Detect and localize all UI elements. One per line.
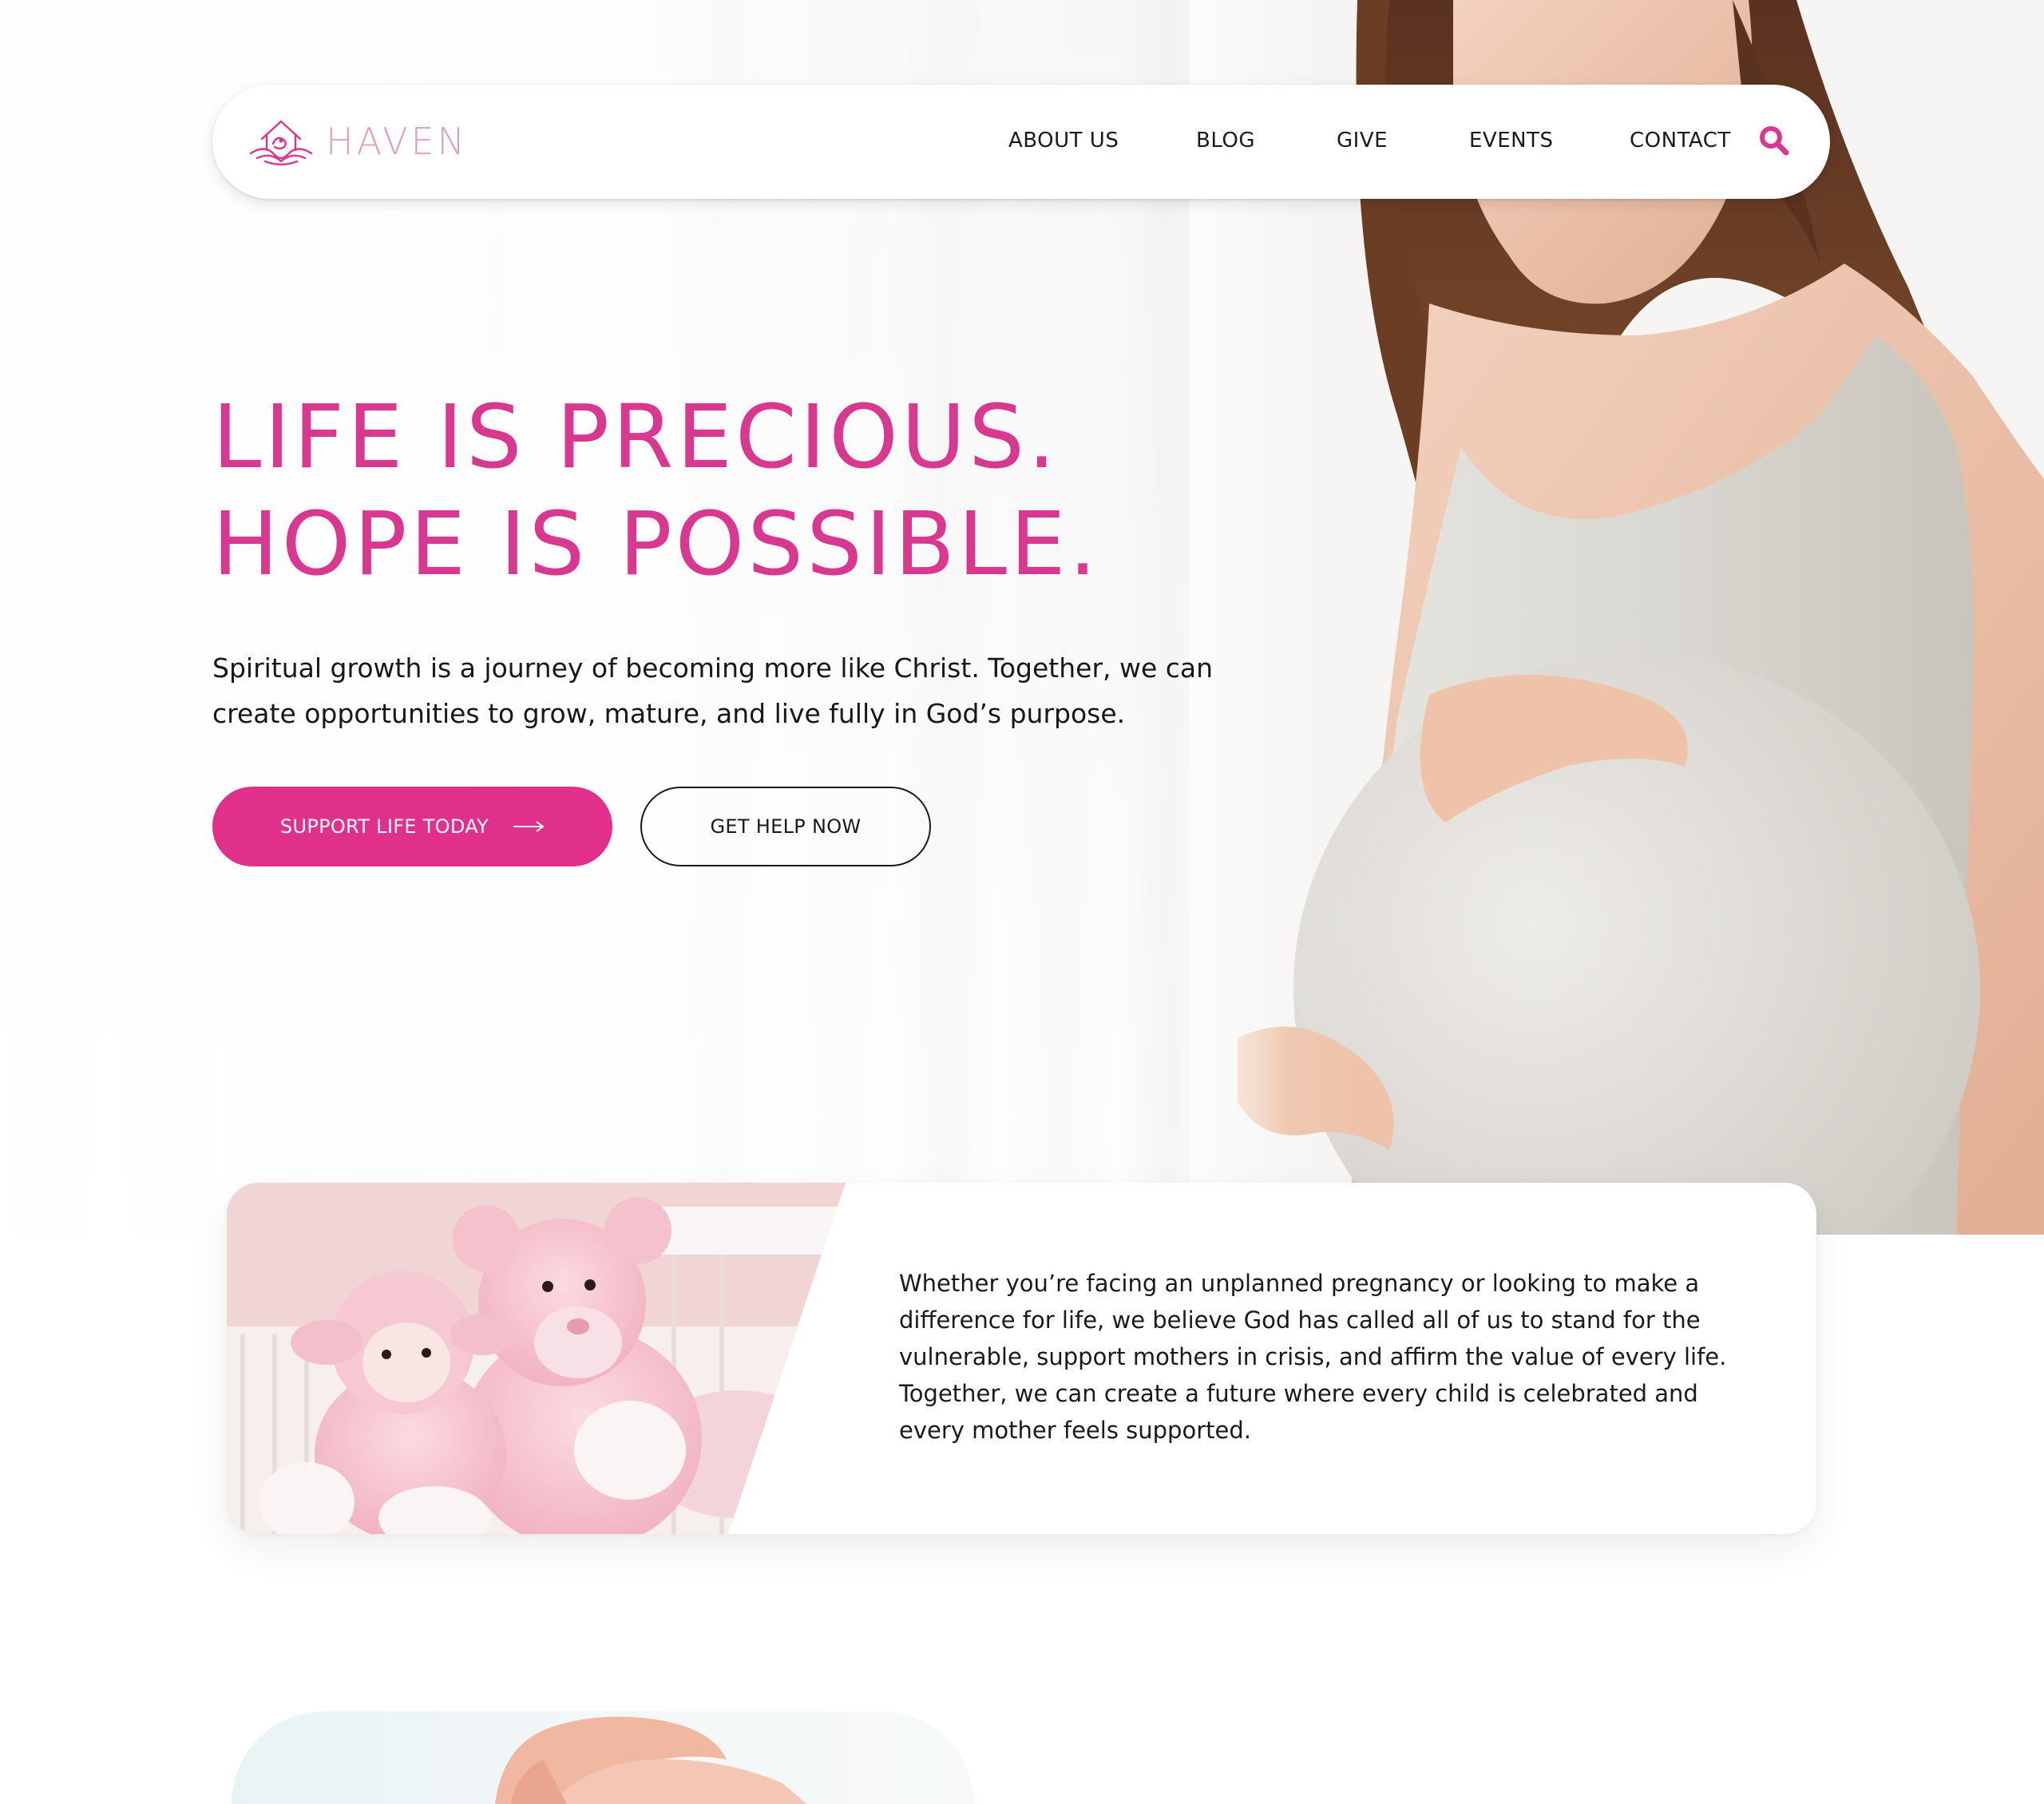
nav-link-blog[interactable]: BLOG [1196, 129, 1255, 153]
nav-link-events[interactable]: EVENTS [1469, 129, 1553, 153]
get-help-now-label: GET HELP NOW [710, 815, 862, 838]
nav-links: ABOUT US BLOG GIVE EVENTS CONTACT [212, 85, 1830, 199]
hero-title-line-2: HOPE IS POSSIBLE. [212, 493, 1100, 595]
hero-title: LIFE IS PRECIOUS. HOPE IS POSSIBLE. [212, 383, 1330, 597]
info-card-text: Whether you’re facing an unplanned pregn… [899, 1270, 1727, 1444]
support-life-today-label: SUPPORT LIFE TODAY [279, 815, 489, 838]
info-card: Whether you’re facing an unplanned pregn… [227, 1183, 1816, 1534]
main-navbar: HAVEN ABOUT US BLOG GIVE EVENTS CONTACT [212, 85, 1830, 199]
search-icon [1760, 126, 1789, 156]
search-button[interactable] [1757, 123, 1792, 158]
support-life-today-button[interactable]: SUPPORT LIFE TODAY [212, 787, 612, 866]
get-help-now-button[interactable]: GET HELP NOW [640, 787, 931, 866]
nav-link-about-us[interactable]: ABOUT US [1008, 129, 1119, 153]
arrow-right-icon [513, 821, 545, 832]
teddy-bears-photo [227, 1183, 846, 1534]
hero-subtitle: Spiritual growth is a journey of becomin… [212, 652, 1214, 729]
nav-link-give[interactable]: GIVE [1337, 129, 1388, 153]
hero-title-line-1: LIFE IS PRECIOUS. [212, 386, 1060, 488]
nav-link-contact[interactable]: CONTACT [1630, 129, 1731, 153]
hands-holding-baby-feet-photo [232, 1711, 974, 1804]
